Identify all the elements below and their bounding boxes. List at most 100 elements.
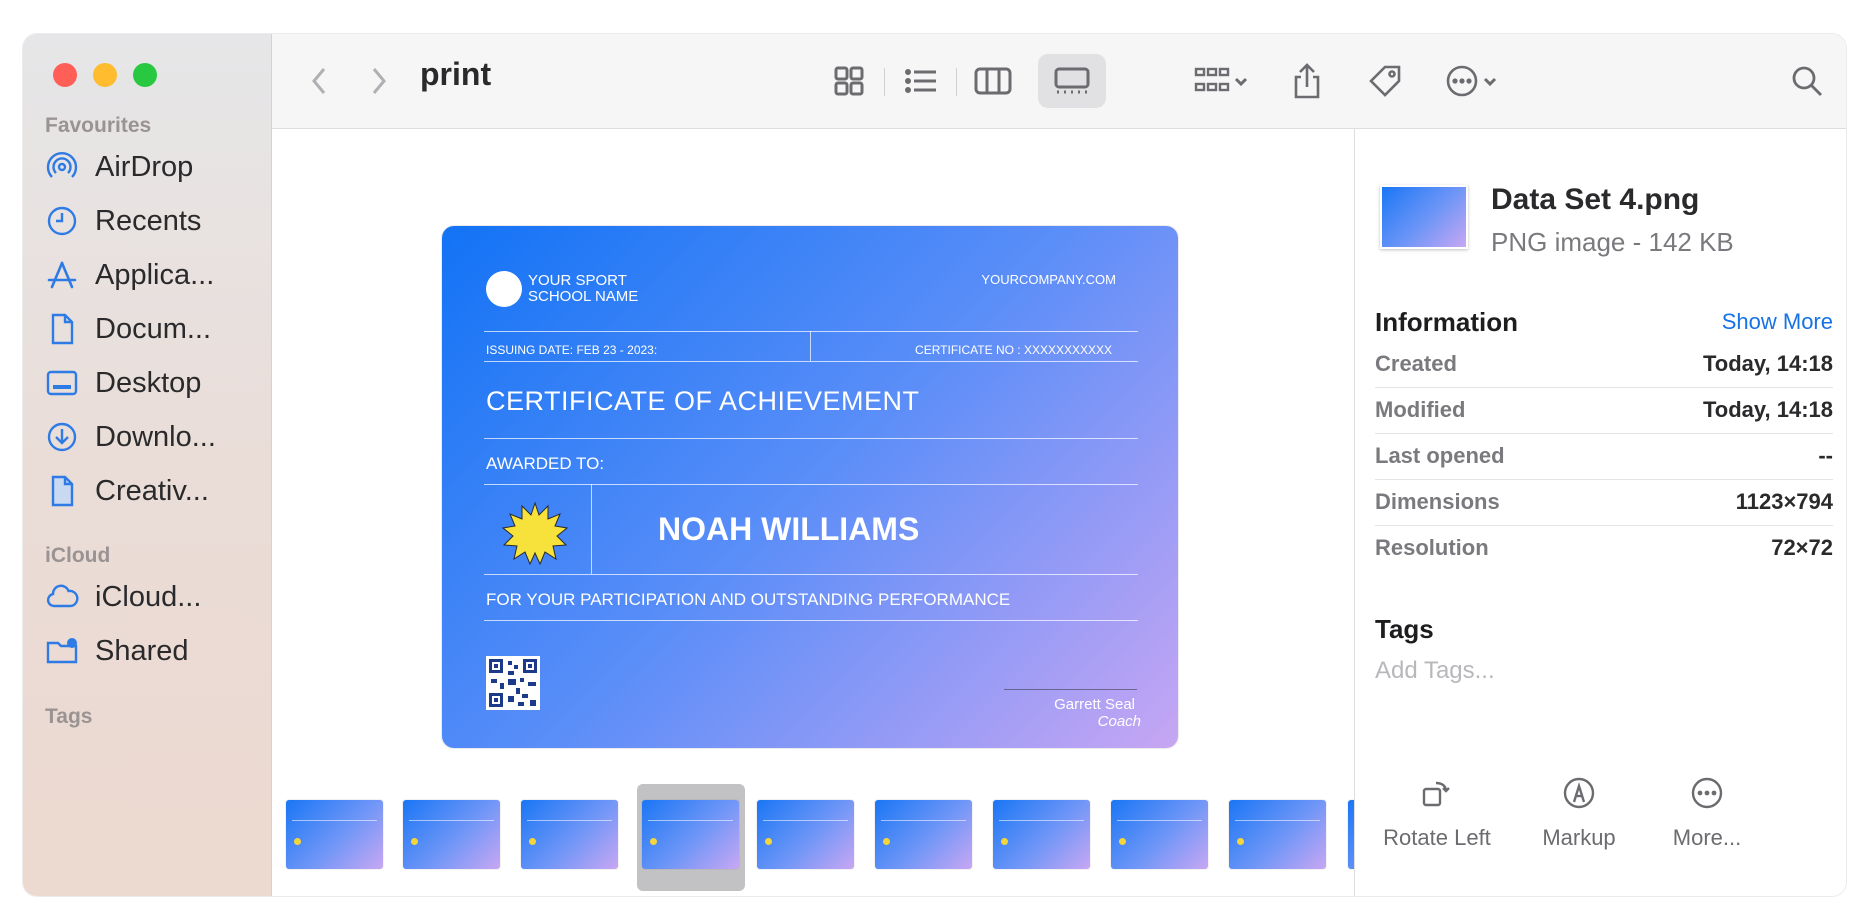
finder-window: Favourites AirDrop Recents Applica... Do… [23,34,1846,896]
gallery-icon [1054,67,1090,94]
sidebar-item-applications[interactable]: Applica... [45,253,255,297]
thumbnail[interactable] [1229,800,1326,869]
sidebar-item-label: Creativ... [95,474,209,507]
thumbnail[interactable] [757,800,854,869]
information-heading: Information [1375,307,1518,337]
share-icon [1294,63,1320,99]
file-icon [45,474,79,508]
markup-button[interactable]: Markup [1509,775,1649,851]
action-menu-button[interactable] [1432,54,1512,108]
back-button[interactable] [296,54,342,108]
columns-icon [974,67,1012,95]
sidebar-section-icloud: iCloud [45,544,111,567]
search-button[interactable] [1782,54,1832,108]
share-button[interactable] [1282,54,1332,108]
thumbnail[interactable] [403,800,500,869]
close-button[interactable] [53,63,77,87]
info-key: Resolution [1375,535,1489,560]
thumbnail[interactable] [1111,800,1208,869]
preview-pane: Data Set 4.png PNG image - 142 KB Inform… [1354,129,1846,896]
thumbnail-selected[interactable] [642,800,739,869]
icon-view-button[interactable] [820,54,878,108]
sidebar-item-desktop[interactable]: Desktop [45,361,255,405]
info-key: Created [1375,351,1457,376]
chevron-right-icon [372,68,386,94]
sidebar-item-label: Shared [95,634,189,667]
action-label: Markup [1542,825,1616,850]
group-by-button[interactable] [1182,54,1262,108]
tag-icon [1369,65,1401,97]
sidebar-section-favourites: Favourites [45,114,152,137]
info-value: Today, 14:18 [1702,397,1833,422]
action-label: More... [1672,825,1742,850]
sidebar-item-shared[interactable]: Shared [45,629,255,673]
airdrop-icon [45,150,79,184]
action-label: Rotate Left [1383,825,1491,850]
sunburst-badge-icon [502,501,568,566]
company-url: YOURCOMPANY.COM [981,272,1116,287]
signer-role: Coach [1097,713,1141,730]
gallery-preview: YOUR SPORT SCHOOL NAME YOURCOMPANY.COM I… [272,129,1354,896]
rotate-left-icon [1422,781,1450,807]
participation-text: FOR YOUR PARTICIPATION AND OUTSTANDING P… [486,590,1011,609]
thumbnail-strip [272,779,1354,896]
list-view-button[interactable] [892,54,950,108]
info-key: Dimensions [1375,489,1500,514]
show-more-link[interactable]: Show More [1722,309,1833,335]
certificate-number: CERTIFICATE NO : XXXXXXXXXXX [915,343,1112,357]
more-icon [1691,777,1723,809]
thumbnail[interactable] [875,800,972,869]
sidebar-section-tags: Tags [45,705,93,728]
sidebar-item-downloads[interactable]: Downlo... [45,415,255,459]
chevron-down-icon [1483,77,1497,87]
divider [484,438,1138,439]
tags-heading: Tags [1375,614,1434,644]
school-logo [486,271,522,307]
file-kind: PNG image - 142 KB [1491,227,1734,257]
sidebar-item-label: Docum... [95,312,212,345]
sidebar-item-label: Desktop [95,366,202,399]
info-key: Last opened [1375,443,1505,468]
group-icon [1194,67,1230,92]
sidebar-item-creative[interactable]: Creativ... [45,469,255,513]
rotate-left-button[interactable]: Rotate Left [1367,775,1507,851]
sidebar: Favourites AirDrop Recents Applica... Do… [23,34,272,896]
sidebar-item-icloud-drive[interactable]: iCloud... [45,575,255,619]
sidebar-item-airdrop[interactable]: AirDrop [45,145,255,189]
forward-button[interactable] [356,54,402,108]
issue-date: ISSUING DATE: FEB 23 - 2023: [486,343,658,357]
divider [484,620,1138,621]
divider [591,484,592,574]
column-view-button[interactable] [964,54,1022,108]
grid-icon [834,66,864,96]
sidebar-item-documents[interactable]: Docum... [45,307,255,351]
add-tags-field[interactable]: Add Tags... [1375,657,1495,685]
info-value: -- [1818,443,1833,468]
signer-name: Garrett Seal [1054,696,1135,713]
shared-folder-icon [45,634,79,668]
thumbnail[interactable] [993,800,1090,869]
more-button[interactable]: More... [1637,775,1777,851]
thumbnail[interactable] [286,800,383,869]
qr-code-icon [486,656,540,710]
chevron-down-icon [1234,77,1248,87]
info-row-created: Created Today, 14:18 [1375,341,1833,388]
toolbar: print [272,34,1846,129]
info-value: 72×72 [1771,535,1833,560]
certificate-heading: CERTIFICATE OF ACHIEVEMENT [486,386,920,416]
thumbnail[interactable] [521,800,618,869]
school-name: YOUR SPORT SCHOOL NAME [528,273,638,305]
recipient-name: NOAH WILLIAMS [658,511,920,547]
cloud-icon [45,580,79,614]
awarded-label: AWARDED TO: [486,454,605,473]
info-row-last-opened: Last opened -- [1375,433,1833,480]
download-icon [45,420,79,454]
signature-line [1004,689,1137,690]
sidebar-item-recents[interactable]: Recents [45,199,255,243]
tag-button[interactable] [1360,54,1410,108]
certificate-preview[interactable]: YOUR SPORT SCHOOL NAME YOURCOMPANY.COM I… [442,226,1178,748]
zoom-button[interactable] [133,63,157,87]
minimize-button[interactable] [93,63,117,87]
gallery-view-button[interactable] [1038,54,1106,108]
sidebar-item-label: AirDrop [95,150,194,183]
